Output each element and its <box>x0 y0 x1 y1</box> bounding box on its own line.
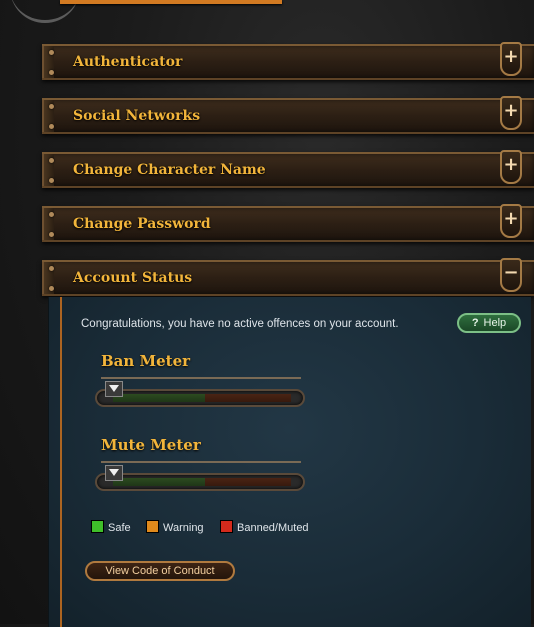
panel-change-character-name[interactable]: Change Character Name + <box>42 150 534 188</box>
rivet <box>49 124 54 129</box>
legend-item-banned: Banned/Muted <box>220 520 309 534</box>
expand-button[interactable]: + <box>500 204 522 238</box>
mute-meter <box>95 473 305 491</box>
plus-icon: + <box>503 208 519 229</box>
expand-button[interactable]: + <box>500 96 522 130</box>
legend-label: Warning <box>163 522 204 534</box>
help-button[interactable]: ? Help <box>457 313 521 333</box>
rivet <box>49 158 54 163</box>
divider-line <box>60 297 62 627</box>
view-code-of-conduct-button[interactable]: View Code of Conduct <box>85 561 235 581</box>
panel-social-networks[interactable]: Social Networks + <box>42 96 534 134</box>
panel-label: Change Password <box>73 216 211 232</box>
rivet <box>49 104 54 109</box>
ban-meter <box>95 389 305 407</box>
panel-label: Social Networks <box>73 108 201 124</box>
safe-swatch <box>91 520 104 533</box>
rivet <box>49 286 54 291</box>
question-icon: ? <box>471 317 479 329</box>
panel-authenticator[interactable]: Authenticator + <box>42 42 534 80</box>
rivet <box>49 50 54 55</box>
expand-button[interactable]: + <box>500 150 522 184</box>
ban-meter-pointer-icon <box>105 381 123 397</box>
account-status-content: Congratulations, you have no active offe… <box>48 297 531 627</box>
mute-meter-pointer-icon <box>105 465 123 481</box>
plus-icon: + <box>503 46 519 67</box>
rivet <box>49 70 54 75</box>
ban-meter-title: Ban Meter <box>101 352 191 370</box>
rivet <box>49 212 54 217</box>
legend-label: Safe <box>108 522 131 534</box>
meter-danger-segment <box>205 478 291 486</box>
meter-safe-segment <box>113 478 205 486</box>
plus-icon: + <box>503 154 519 175</box>
banned-swatch <box>220 520 233 533</box>
status-message: Congratulations, you have no active offe… <box>81 318 399 330</box>
legend-label: Banned/Muted <box>237 522 309 534</box>
minus-icon: − <box>503 262 519 283</box>
rivet <box>49 178 54 183</box>
ornament-bar <box>60 0 282 4</box>
panel-label: Change Character Name <box>73 162 266 178</box>
legend-item-safe: Safe <box>91 520 131 534</box>
legend-item-warning: Warning <box>146 520 204 534</box>
top-ornament <box>0 0 290 28</box>
meter-danger-segment <box>205 394 291 402</box>
panel-label: Authenticator <box>73 54 183 70</box>
panel-label: Account Status <box>73 270 193 286</box>
meter-safe-segment <box>113 394 205 402</box>
panel-change-password[interactable]: Change Password + <box>42 204 534 242</box>
ban-meter-rule <box>101 377 301 379</box>
expand-button[interactable]: + <box>500 42 522 76</box>
help-label: Help <box>483 317 507 329</box>
mute-meter-title: Mute Meter <box>101 436 201 454</box>
warning-swatch <box>146 520 159 533</box>
panel-account-status[interactable]: Account Status − <box>42 258 534 296</box>
mute-meter-rule <box>101 461 301 463</box>
collapse-button[interactable]: − <box>500 258 522 292</box>
rivet <box>49 266 54 271</box>
plus-icon: + <box>503 100 519 121</box>
rivet <box>49 232 54 237</box>
